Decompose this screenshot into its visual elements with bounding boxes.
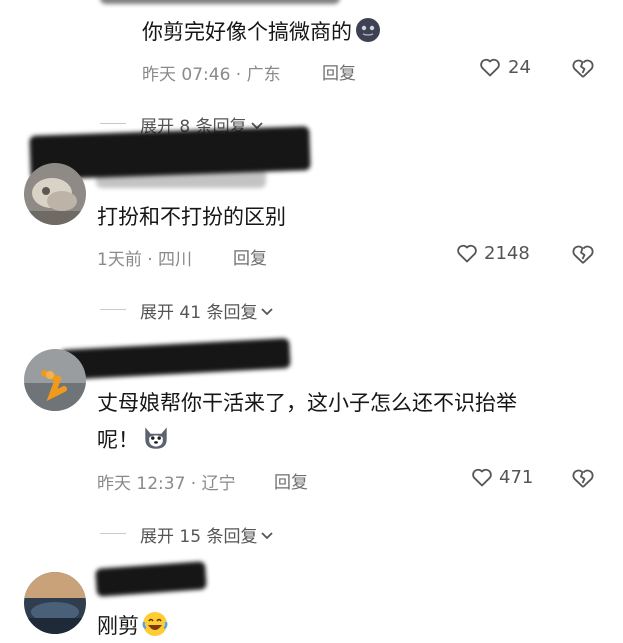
- laugh-cry-emoji: [142, 612, 168, 636]
- redacted-username: [95, 561, 207, 597]
- broken-heart-icon[interactable]: [570, 466, 596, 490]
- redacted-username: [100, 0, 340, 4]
- comment-text: 呢！: [97, 422, 171, 457]
- broken-heart-icon[interactable]: [570, 242, 596, 266]
- reply-button[interactable]: 回复: [274, 468, 308, 493]
- like-button[interactable]: 24: [478, 55, 531, 79]
- like-button[interactable]: 2148: [455, 241, 530, 265]
- comment-text: 打扮和不打扮的区别: [97, 205, 286, 229]
- comment-meta: 昨天 12:37 · 辽宁: [97, 474, 236, 494]
- like-count: 2148: [484, 242, 530, 264]
- heart-outline-icon: [472, 468, 492, 487]
- avatar[interactable]: [24, 349, 86, 411]
- avatar[interactable]: [24, 163, 86, 225]
- redacted-username: [59, 338, 291, 380]
- like-button[interactable]: 471: [470, 465, 533, 489]
- expand-divider: [100, 309, 126, 310]
- dark-round-face-emoji: [356, 18, 380, 42]
- like-count: 471: [499, 466, 534, 488]
- comment-text: 你剪完好像个搞微商的: [142, 15, 382, 49]
- reply-button[interactable]: 回复: [233, 244, 267, 269]
- heart-outline-icon: [480, 58, 500, 77]
- redacted-username: [96, 166, 266, 188]
- comment-text: 丈母娘帮你干活来了，这小子怎么还不识抬举: [97, 391, 517, 415]
- like-count: 24: [508, 56, 531, 78]
- expand-divider: [100, 533, 126, 534]
- comment-text: 刚剪: [97, 609, 169, 643]
- expand-replies-button[interactable]: 展开 15 条回复: [140, 522, 275, 547]
- avatar[interactable]: [24, 572, 86, 634]
- expand-replies-button[interactable]: 展开 41 条回复: [140, 298, 275, 323]
- comment-meta: 1天前 · 四川: [97, 250, 193, 270]
- comment-meta: 昨天 07:46 · 广东: [142, 65, 281, 85]
- husky-dog-emoji: [145, 427, 167, 449]
- reply-button[interactable]: 回复: [322, 59, 356, 84]
- heart-outline-icon: [457, 244, 477, 263]
- expand-divider: [100, 123, 126, 124]
- broken-heart-icon[interactable]: [570, 56, 596, 80]
- chevron-down-icon: [261, 531, 274, 539]
- chevron-down-icon: [261, 307, 274, 315]
